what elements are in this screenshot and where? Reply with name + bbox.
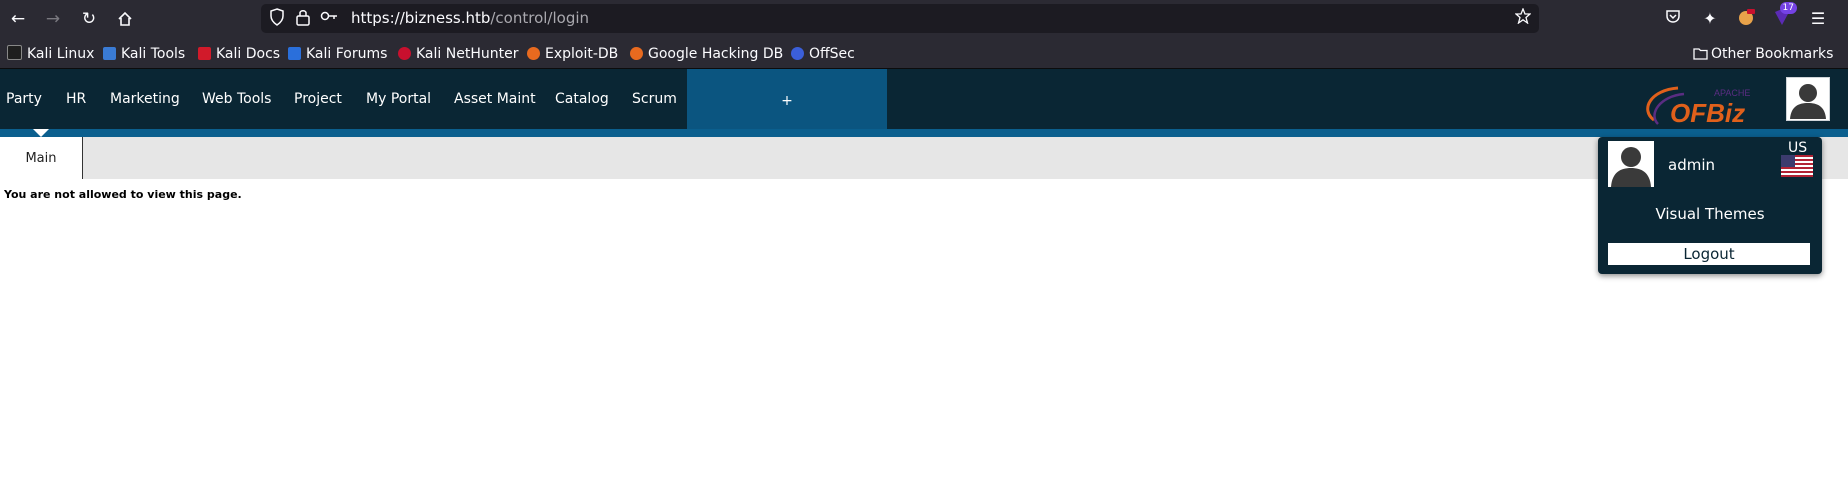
lock-icon[interactable] — [293, 8, 313, 28]
ofbiz-logo[interactable]: APACHE OFBiz — [1640, 80, 1766, 128]
app-header — [0, 69, 1848, 129]
bookmark-offsec[interactable]: OffSec — [791, 45, 855, 63]
extension-badge: 17 — [1779, 2, 1797, 14]
bookmark-kali-forums[interactable]: Kali Forums — [288, 45, 387, 63]
menu-asset-maint[interactable]: Asset Maint — [454, 91, 536, 107]
bookmark-label: OffSec — [809, 46, 855, 62]
menu-my-portal[interactable]: My Portal — [366, 91, 431, 107]
bookmark-label: Exploit-DB — [545, 46, 619, 62]
back-arrow-icon[interactable]: ← — [7, 8, 29, 30]
visual-themes-link[interactable]: Visual Themes — [1598, 205, 1822, 223]
permission-message: You are not allowed to view this page. — [4, 188, 242, 201]
kali-forums-icon — [288, 47, 301, 60]
bookmark-kali-nethunter[interactable]: Kali NetHunter — [398, 45, 518, 63]
ghdb-icon — [630, 47, 643, 60]
kali-docs-icon — [198, 47, 211, 60]
url-host: https://bizness.htb — [351, 9, 491, 27]
folder-icon — [1693, 48, 1708, 60]
tab-main[interactable]: Main — [0, 137, 83, 179]
star-bookmark-icon[interactable] — [1513, 7, 1533, 28]
url-path: /control/login — [490, 9, 590, 27]
menu-web-tools[interactable]: Web Tools — [202, 91, 271, 107]
bookmark-kali-tools[interactable]: Kali Tools — [103, 45, 185, 63]
shield-icon[interactable] — [267, 8, 287, 28]
exploit-db-icon — [527, 47, 540, 60]
reload-icon[interactable]: ↻ — [78, 8, 100, 30]
add-shortcut-tab[interactable]: + — [687, 69, 887, 129]
url-bar[interactable]: https://bizness.htb/control/login — [261, 4, 1539, 33]
forward-arrow-icon[interactable]: → — [42, 8, 64, 30]
menu-scrum[interactable]: Scrum — [632, 91, 677, 107]
bookmark-google-hacking-db[interactable]: Google Hacking DB — [630, 45, 783, 63]
menu-party[interactable]: Party — [6, 91, 42, 107]
offsec-icon — [791, 47, 804, 60]
logo-apache-text: APACHE — [1714, 88, 1750, 98]
locale-label[interactable]: US — [1788, 140, 1807, 156]
active-menu-caret — [33, 129, 49, 137]
bookmark-kali-linux[interactable]: Kali Linux — [7, 45, 94, 63]
menu-hr[interactable]: HR — [66, 91, 86, 107]
other-bookmarks-label: Other Bookmarks — [1711, 46, 1834, 62]
home-icon[interactable] — [114, 8, 136, 30]
kali-dragon-icon — [7, 45, 22, 60]
kali-nethunter-icon — [398, 47, 411, 60]
menu-project[interactable]: Project — [294, 91, 342, 107]
kali-tools-icon — [103, 47, 116, 60]
browser-toolbar: ← → ↻ https://bizness.htb/control/login … — [0, 0, 1848, 38]
bookmark-label: Kali Linux — [27, 46, 95, 62]
foxyproxy-icon[interactable] — [1735, 8, 1757, 30]
logo-ofbiz-text: OFBiz — [1670, 98, 1745, 128]
hack-tools-icon[interactable]: 17 — [1771, 2, 1797, 30]
user-silhouette-icon — [1611, 147, 1651, 187]
bookmarks-bar: Kali Linux Kali Tools Kali Docs Kali For… — [0, 38, 1848, 69]
header-stripe — [0, 129, 1848, 137]
hamburger-menu-icon[interactable]: ☰ — [1807, 8, 1829, 30]
bookmark-label: Kali Docs — [216, 46, 281, 62]
bookmark-label: Kali Forums — [306, 46, 388, 62]
app-subbar — [0, 137, 1848, 179]
menu-catalog[interactable]: Catalog — [555, 91, 609, 107]
user-silhouette-icon — [1790, 84, 1826, 119]
extensions-puzzle-icon[interactable]: ✦ — [1699, 8, 1721, 30]
bookmark-label: Kali NetHunter — [416, 46, 519, 62]
pocket-icon[interactable] — [1662, 8, 1684, 30]
logout-button[interactable]: Logout — [1608, 243, 1810, 265]
url-text[interactable]: https://bizness.htb/control/login — [351, 9, 589, 27]
dropdown-avatar — [1608, 141, 1654, 187]
user-avatar-button[interactable] — [1786, 77, 1830, 121]
bookmark-exploit-db[interactable]: Exploit-DB — [527, 45, 618, 63]
bookmark-kali-docs[interactable]: Kali Docs — [198, 45, 280, 63]
bookmark-label: Kali Tools — [121, 46, 186, 62]
other-bookmarks[interactable]: Other Bookmarks — [1693, 45, 1833, 63]
menu-marketing[interactable]: Marketing — [110, 91, 180, 107]
us-flag-icon[interactable] — [1781, 155, 1813, 177]
username-label: admin — [1668, 156, 1715, 174]
key-icon[interactable] — [319, 8, 339, 28]
user-menu-dropdown: admin US Visual Themes Logout — [1598, 137, 1822, 274]
bookmark-label: Google Hacking DB — [648, 46, 784, 62]
